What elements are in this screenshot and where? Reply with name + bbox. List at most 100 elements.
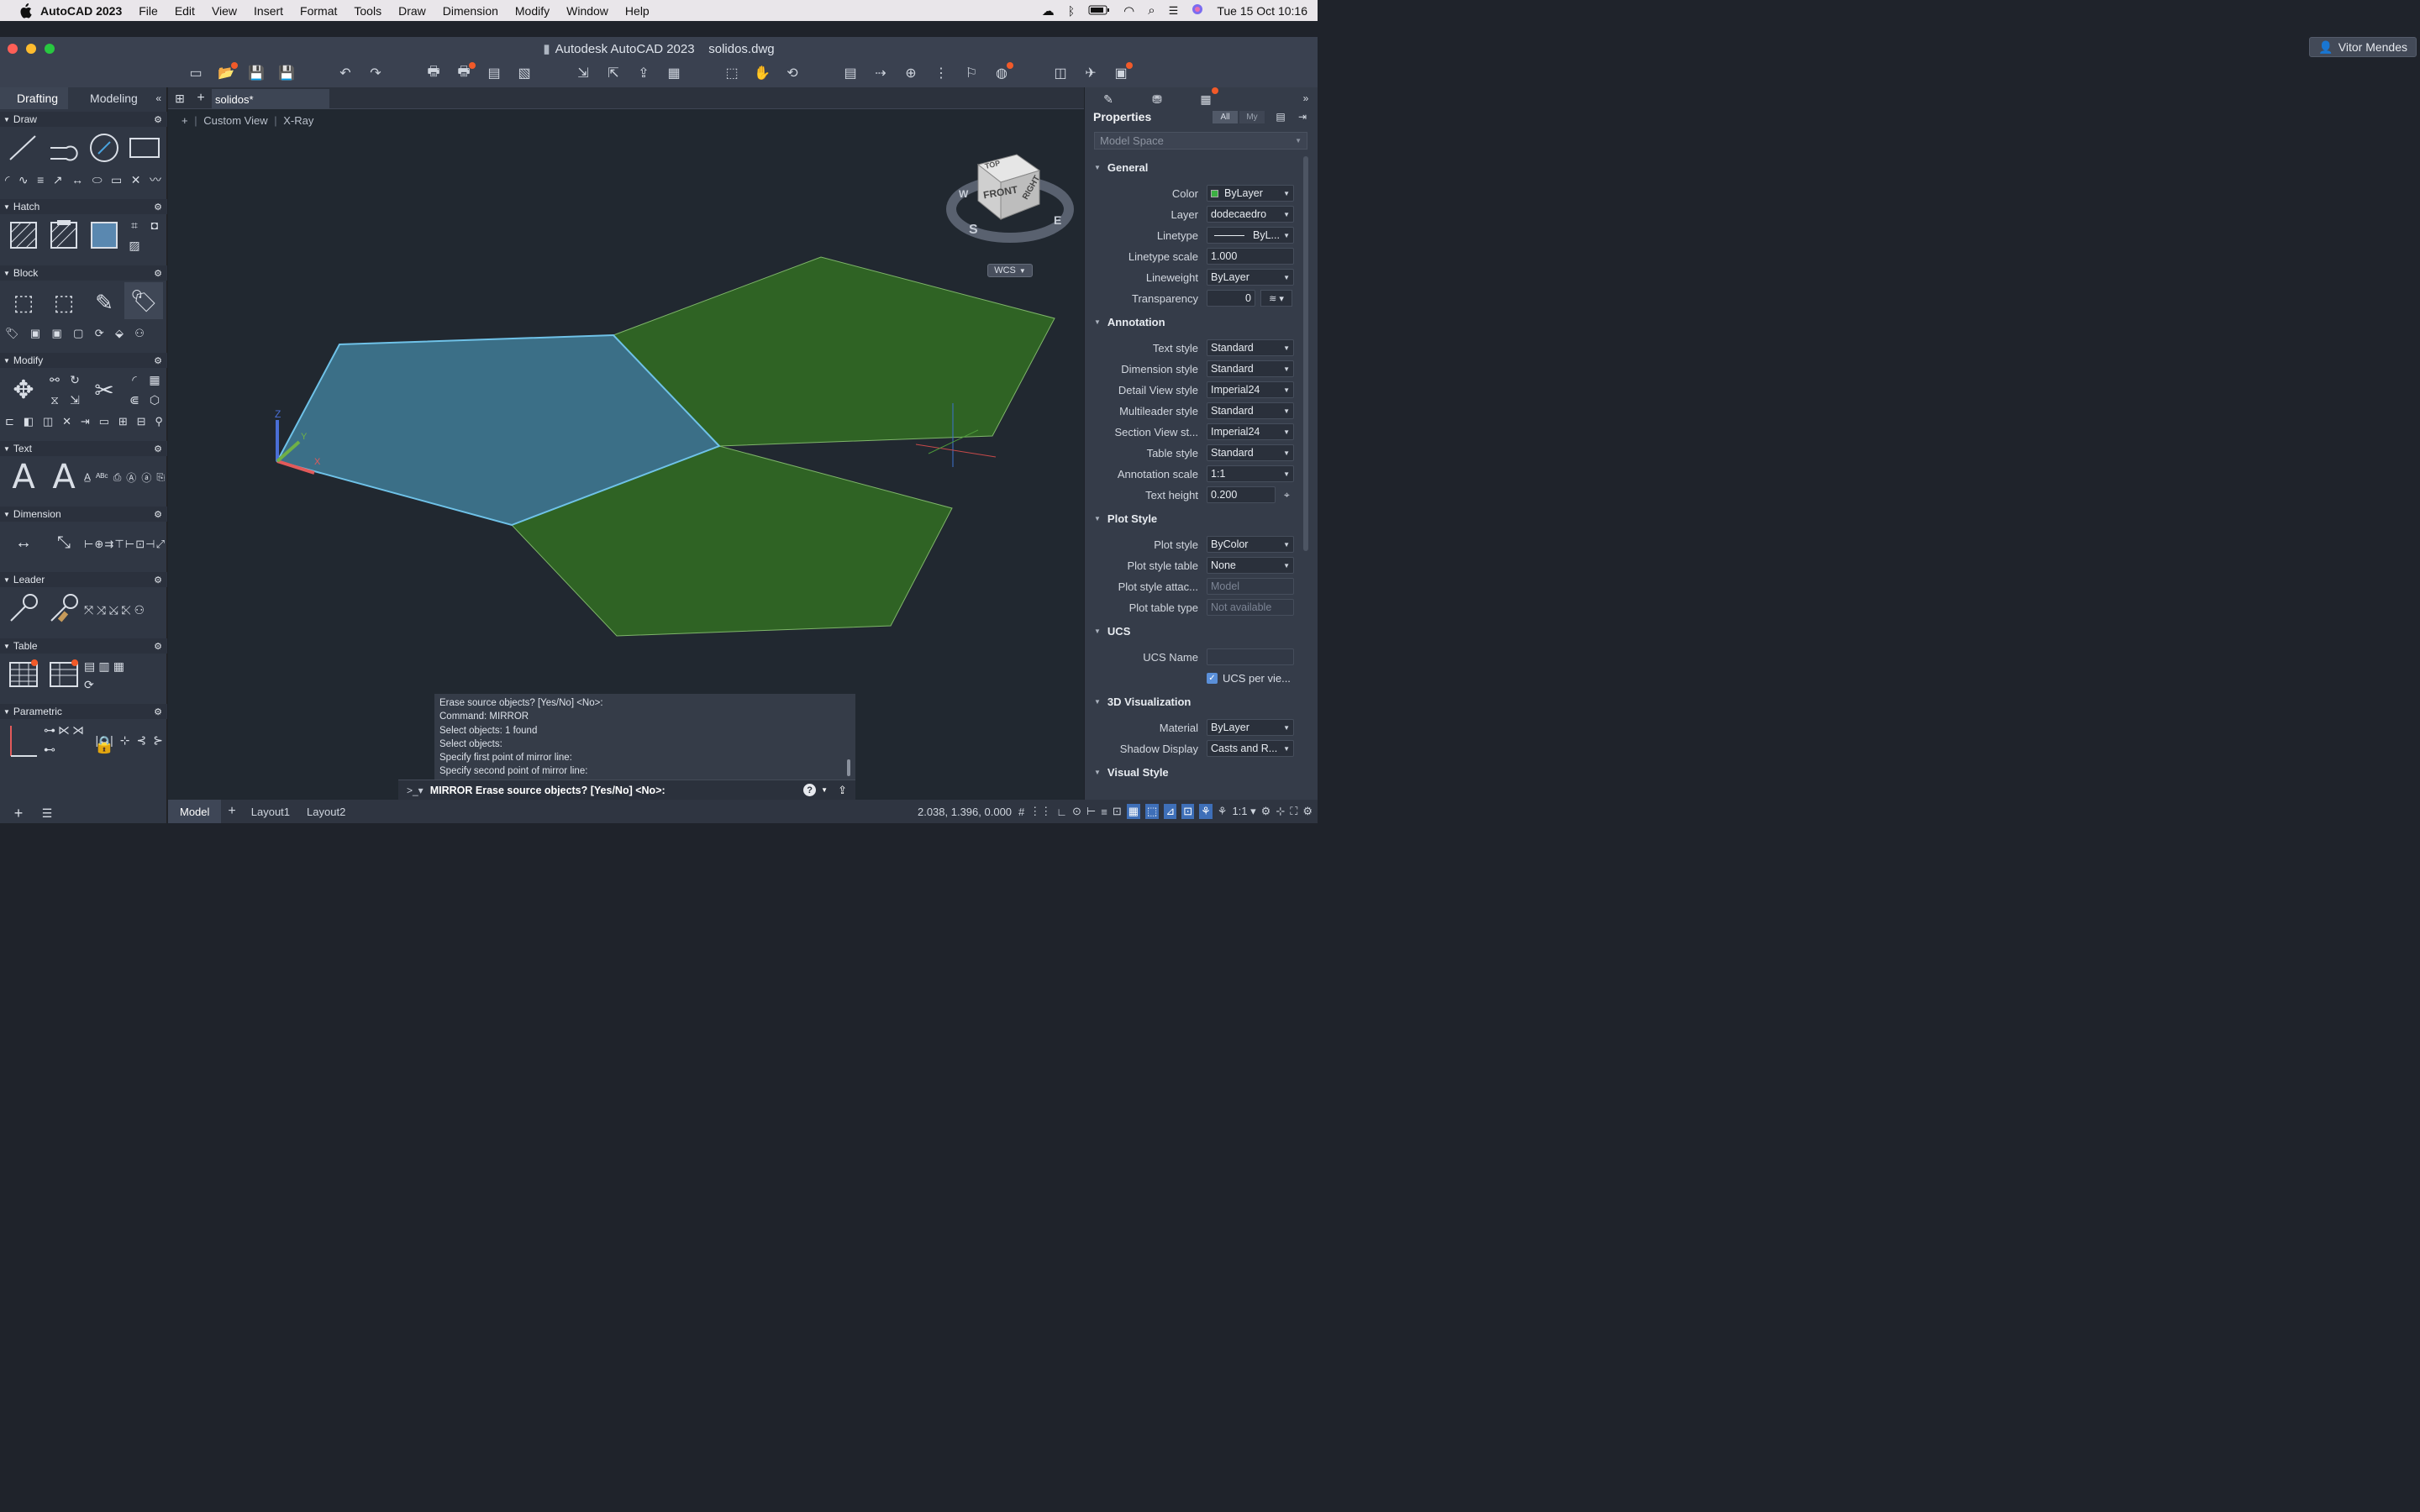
gear-icon[interactable]: ⚙ xyxy=(154,355,162,366)
transparency-menu-icon[interactable]: ≋ ▾ xyxy=(1260,290,1292,307)
spell-check-icon[interactable]: ᴬᴮᶜ xyxy=(96,471,108,483)
dim-linear-icon[interactable]: ↔ xyxy=(7,526,40,559)
etransmit-icon[interactable]: ▦ xyxy=(665,65,683,81)
menu-view[interactable]: View xyxy=(203,4,245,18)
lineweight-dropdown[interactable]: ByLayer ▼ xyxy=(1207,269,1294,286)
viewport-menu-button[interactable]: + xyxy=(182,114,188,127)
batch-plot-icon[interactable]: 🖶 xyxy=(455,62,476,81)
command-input[interactable]: MIRROR Erase source objects? [Yes/No] <N… xyxy=(430,785,666,796)
linetype-dropdown[interactable]: ByL... ▼ xyxy=(1207,227,1294,244)
section-dimension-label[interactable]: Dimension xyxy=(13,508,61,520)
hatch-lines-icon[interactable]: ≡ xyxy=(37,173,44,186)
color-dropdown[interactable]: ByLayer ▼ xyxy=(1207,185,1294,202)
start-tab-icon[interactable]: ⊞ xyxy=(171,90,188,107)
xline-icon[interactable]: ↔ xyxy=(71,173,83,186)
boundary-icon[interactable] xyxy=(87,218,121,252)
explode-icon[interactable]: ◫ xyxy=(43,415,53,428)
block-edit-icon[interactable]: ✎ xyxy=(87,286,121,319)
menubar-clock[interactable]: Tue 15 Oct 10:16 xyxy=(1217,4,1307,18)
revcloud-icon[interactable]: 〰 xyxy=(150,171,161,188)
siri-icon[interactable] xyxy=(1192,3,1203,18)
fullscreen-icon[interactable]: ⛶ xyxy=(1290,805,1297,818)
pedit-icon[interactable]: ⊟ xyxy=(137,415,146,428)
menu-modify[interactable]: Modify xyxy=(507,4,558,18)
compass-west-label[interactable]: W xyxy=(959,188,968,200)
dimension-style-dropdown[interactable]: Standard ▼ xyxy=(1207,360,1294,377)
array-icon[interactable]: ▦ xyxy=(146,371,163,388)
table-style-icon[interactable]: ▤ xyxy=(84,659,95,674)
dim-inspect-icon[interactable]: ⊣ xyxy=(145,538,155,551)
match-properties-icon[interactable]: ⇢ xyxy=(871,65,890,81)
dim-ordinate-icon[interactable]: ⊤ xyxy=(114,538,124,551)
compare-icon[interactable]: ◫ xyxy=(1051,65,1070,81)
pick-point-icon[interactable]: ⌖ xyxy=(1284,489,1290,501)
dim-continue-icon[interactable]: ⇉ xyxy=(104,538,113,551)
plot-style-section-header[interactable]: ▼ Plot Style xyxy=(1094,512,1157,525)
dynamic-ucs-icon[interactable]: ⊡ xyxy=(1181,804,1195,819)
auto-scale-icon[interactable]: ⚘ xyxy=(1218,805,1228,818)
block-create-icon[interactable]: ⬚ xyxy=(7,286,40,319)
hatch-icon[interactable] xyxy=(7,218,40,252)
workspace-gear-icon[interactable]: ⚙ xyxy=(1261,805,1271,818)
toggle-pickadd-icon[interactable]: ▤ xyxy=(1274,109,1287,124)
coincident-icon[interactable]: ⊶ xyxy=(44,723,55,738)
table-update-icon[interactable]: ⟳ xyxy=(84,678,94,692)
fix-icon[interactable]: ⊷ xyxy=(44,743,55,757)
layer-freeze-icon[interactable]: ⚐ xyxy=(962,65,981,81)
section-table-label[interactable]: Table xyxy=(13,640,38,652)
section-block-label[interactable]: Block xyxy=(13,267,38,279)
single-line-text-icon[interactable]: A xyxy=(47,458,81,496)
solid-edit-icon[interactable]: ⬡ xyxy=(146,391,163,408)
add-layout-icon[interactable]: + xyxy=(221,800,242,823)
pdf-import-icon[interactable]: ⎙ xyxy=(113,471,122,484)
object-snap-icon[interactable]: ⊿ xyxy=(1164,804,1177,819)
dim-center-icon[interactable]: ⊕ xyxy=(94,538,103,551)
text-edit-icon[interactable]: ⎘ xyxy=(156,471,165,484)
auto-constrain-icon[interactable] xyxy=(7,722,40,759)
quick-select-icon[interactable]: ⇥ xyxy=(1296,109,1309,124)
multileader-style-dropdown[interactable]: Standard ▼ xyxy=(1207,402,1294,419)
gear-icon[interactable]: ⚙ xyxy=(154,509,162,520)
join-icon[interactable]: ⇥ xyxy=(81,415,90,428)
text-style-dropdown[interactable]: Standard ▼ xyxy=(1207,339,1294,356)
erase-icon[interactable]: ◧ xyxy=(24,415,34,428)
pan-icon[interactable]: ✋ xyxy=(753,65,771,81)
gear-icon[interactable]: ⚙ xyxy=(154,268,162,279)
add-palette-icon[interactable]: + xyxy=(10,805,27,822)
ortho-icon[interactable]: ∟ xyxy=(1056,806,1067,818)
section-text-label[interactable]: Text xyxy=(13,443,32,454)
line-tool-icon[interactable] xyxy=(7,133,39,163)
move-icon[interactable]: ✥ xyxy=(7,373,40,407)
wcs-menu[interactable]: WCS ▼ xyxy=(987,264,1033,277)
linetype-scale-field[interactable]: 1.000 xyxy=(1207,248,1294,265)
gear-icon[interactable]: ⚙ xyxy=(154,114,162,125)
zoom-window-icon[interactable]: ⬚ xyxy=(723,65,741,81)
visual-style-section-header[interactable]: ▼ Visual Style xyxy=(1094,766,1169,779)
tag-icon[interactable]: 🏷 xyxy=(5,327,19,340)
break-icon[interactable]: ✕ xyxy=(62,415,71,428)
find-text-icon[interactable]: Ⓐ xyxy=(126,470,136,485)
coordinates-readout[interactable]: 2.038, 1.396, 0.000 xyxy=(918,806,1012,818)
new-file-icon[interactable]: ▭ xyxy=(187,65,205,81)
crop-icon[interactable]: ⌗ xyxy=(126,217,143,234)
general-section-header[interactable]: ▼ General xyxy=(1094,161,1148,174)
display-icon[interactable]: ▣ xyxy=(1112,62,1133,81)
open-file-icon[interactable]: 📂 xyxy=(217,62,238,81)
gear-icon[interactable]: ⚙ xyxy=(154,575,162,585)
data-extraction-icon[interactable] xyxy=(47,657,81,690)
arc-icon[interactable]: ◜ xyxy=(5,173,9,187)
properties-icon[interactable]: ▤ xyxy=(841,65,860,81)
shadow-display-dropdown[interactable]: Casts and R... ▼ xyxy=(1207,740,1294,757)
dim-aligned-icon[interactable]: ⤡ xyxy=(47,526,81,559)
tab-modeling[interactable]: Modeling xyxy=(68,87,148,109)
annotation-scale-button[interactable]: 1:1 ▾ xyxy=(1232,805,1255,818)
spotlight-search-icon[interactable]: ⌕ xyxy=(1148,3,1155,18)
orbit-icon[interactable]: ⟲ xyxy=(783,65,802,81)
aligned-constraint-icon[interactable]: ⊹ xyxy=(120,733,130,748)
spline-icon[interactable]: ∿ xyxy=(18,173,29,187)
section-draw-label[interactable]: Draw xyxy=(13,113,37,125)
dim-baseline-icon[interactable]: ⊢ xyxy=(84,538,93,551)
gear-icon[interactable]: ⚙ xyxy=(154,706,162,717)
palette-menu-icon[interactable]: ☰ xyxy=(39,805,55,822)
dim-update-icon[interactable]: ⤢ xyxy=(156,538,165,551)
